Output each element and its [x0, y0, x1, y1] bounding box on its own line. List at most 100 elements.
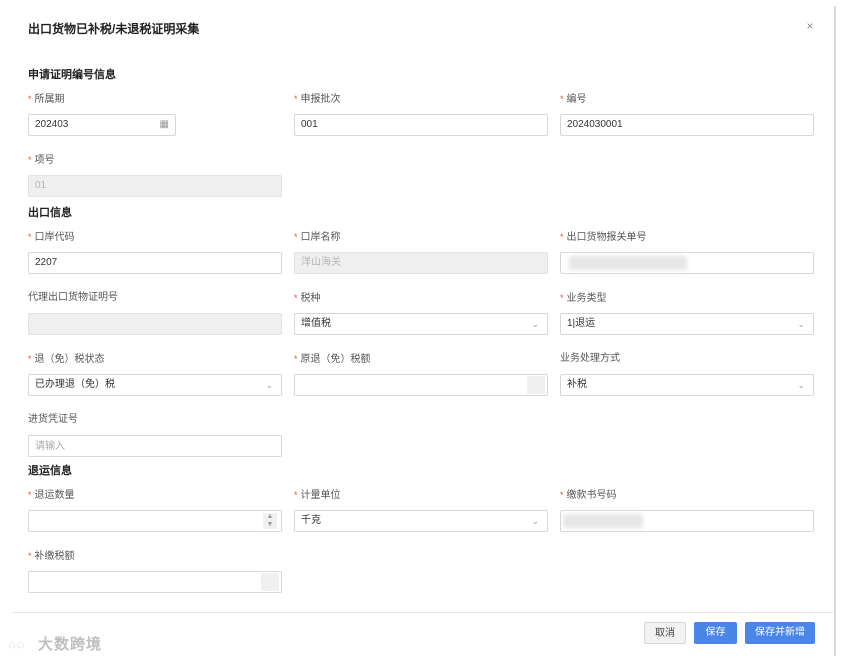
cancel-button[interactable]: 取消	[644, 622, 686, 644]
required-marker: *	[294, 94, 298, 104]
chevron-down-icon: ⌄	[531, 516, 539, 526]
port-name-value: 洋山海关	[301, 257, 341, 268]
tax-type-value: 增值税	[301, 318, 331, 329]
field-payment-no: * 缴款书号码	[560, 488, 814, 532]
biz-method-value: 补税	[567, 379, 587, 390]
required-marker: *	[560, 293, 564, 303]
batch-input[interactable]: 001	[294, 114, 548, 136]
field-batch: * 申报批次 001	[294, 92, 548, 136]
required-marker: *	[294, 354, 298, 364]
field-biz-type: * 业务类型 1|退运 ⌄	[560, 291, 814, 335]
agent-cert-no-input	[28, 313, 282, 335]
item-no-label: 项号	[34, 155, 55, 166]
supp-tax-label: 补缴税额	[34, 551, 75, 562]
dialog: 出口货物已补税/未退税证明采集 × 申请证明编号信息 * 所属期 202403 ▦…	[12, 6, 836, 655]
return-qty-label: 退运数量	[34, 490, 75, 501]
unit-select[interactable]: 千克 ⌄	[294, 510, 548, 532]
port-code-input[interactable]: 2207	[28, 252, 282, 274]
calendar-icon[interactable]: ▦	[160, 115, 169, 135]
customs-decl-no-label: 出口货物报关单号	[566, 232, 647, 243]
chevron-down-icon: ⌄	[531, 319, 539, 329]
field-refund-status: * 退（免）税状态 已办理退（免）税 ⌄	[28, 352, 282, 396]
refund-status-value: 已办理退（免）税	[35, 379, 115, 390]
required-marker: *	[28, 551, 32, 561]
unit-label: 计量单位	[300, 490, 341, 501]
field-port-name: * 口岸名称 洋山海关	[294, 230, 548, 274]
customs-decl-no-input[interactable]	[560, 252, 814, 274]
number-label: 编号	[566, 94, 587, 105]
watermark: ◌◌ 大数跨境	[8, 633, 102, 654]
orig-refund-amount-input[interactable]	[294, 374, 548, 396]
port-name-input: 洋山海关	[294, 252, 548, 274]
biz-type-select[interactable]: 1|退运 ⌄	[560, 313, 814, 335]
invoice-no-input[interactable]	[35, 436, 257, 456]
field-agent-cert-no: 代理出口货物证明号	[28, 291, 282, 335]
biz-method-label: 业务处理方式	[560, 353, 620, 364]
period-date-picker[interactable]: 202403 ▦	[28, 114, 176, 136]
required-marker: *	[560, 232, 564, 242]
watermark-text: 大数跨境	[38, 636, 103, 653]
section-export-title: 出口信息	[28, 207, 72, 219]
payment-no-input[interactable]	[560, 510, 814, 532]
stepper-icon[interactable]	[527, 376, 545, 394]
field-supp-tax: * 补缴税额	[28, 549, 282, 593]
tax-type-select[interactable]: 增值税 ⌄	[294, 313, 548, 335]
save-and-new-button[interactable]: 保存并新增	[745, 622, 815, 644]
required-marker: *	[28, 94, 32, 104]
required-marker: *	[560, 94, 564, 104]
required-marker: *	[294, 293, 298, 303]
close-icon[interactable]: ×	[802, 18, 818, 34]
item-no-value: 01	[35, 180, 47, 191]
number-value: 2024030001	[567, 119, 623, 130]
section-application-title: 申请证明编号信息	[28, 69, 116, 81]
required-marker: *	[294, 490, 298, 500]
chevron-down-icon: ⌄	[797, 380, 805, 390]
tax-type-label: 税种	[300, 293, 321, 304]
field-item-no: * 项号 01	[28, 153, 282, 197]
field-customs-decl-no: * 出口货物报关单号	[560, 230, 814, 274]
port-code-label: 口岸代码	[34, 232, 75, 243]
agent-cert-no-label: 代理出口货物证明号	[28, 292, 118, 303]
field-tax-type: * 税种 增值税 ⌄	[294, 291, 548, 335]
supp-tax-input[interactable]	[28, 571, 282, 593]
redacted-mask	[563, 514, 643, 528]
number-input[interactable]: 2024030001	[560, 114, 814, 136]
refund-status-select[interactable]: 已办理退（免）税 ⌄	[28, 374, 282, 396]
required-marker: *	[28, 490, 32, 500]
payment-no-label: 缴款书号码	[566, 490, 617, 501]
port-code-value: 2207	[35, 257, 58, 268]
redacted-mask	[569, 256, 687, 270]
required-marker: *	[28, 155, 32, 165]
required-marker: *	[294, 232, 298, 242]
invoice-no-field[interactable]	[28, 435, 282, 457]
field-number: * 编号 2024030001	[560, 92, 814, 136]
unit-value: 千克	[301, 515, 321, 526]
dialog-header: 出口货物已补税/未退税证明采集 ×	[12, 6, 836, 48]
stepper-icon[interactable]: ▲ ▼	[263, 513, 277, 529]
biz-type-value: 1|退运	[567, 318, 596, 329]
required-marker: *	[28, 354, 32, 364]
invoice-no-label: 进货凭证号	[28, 414, 78, 425]
return-qty-input[interactable]: ▲ ▼	[28, 510, 282, 532]
field-return-qty: * 退运数量 ▲ ▼	[28, 488, 282, 532]
period-label: 所属期	[34, 94, 65, 105]
logo-icon: ◌◌	[8, 637, 26, 652]
biz-type-label: 业务类型	[566, 293, 607, 304]
chevron-down-icon: ⌄	[265, 380, 273, 390]
required-marker: *	[28, 232, 32, 242]
biz-method-select[interactable]: 补税 ⌄	[560, 374, 814, 396]
field-port-code: * 口岸代码 2207	[28, 230, 282, 274]
save-button[interactable]: 保存	[694, 622, 737, 644]
required-marker: *	[560, 490, 564, 500]
port-name-label: 口岸名称	[300, 232, 341, 243]
footer-divider	[12, 612, 836, 613]
field-biz-method: 业务处理方式 补税 ⌄	[560, 352, 814, 396]
field-orig-refund-amount: * 原退（免）税额	[294, 352, 548, 396]
field-invoice-no: 进货凭证号	[28, 413, 282, 457]
orig-refund-amount-label: 原退（免）税额	[300, 354, 371, 365]
period-value: 202403	[35, 119, 69, 130]
stepper-icon[interactable]	[261, 573, 279, 591]
batch-value: 001	[301, 119, 318, 130]
batch-label: 申报批次	[300, 94, 341, 105]
field-period: * 所属期 202403 ▦	[28, 92, 282, 136]
